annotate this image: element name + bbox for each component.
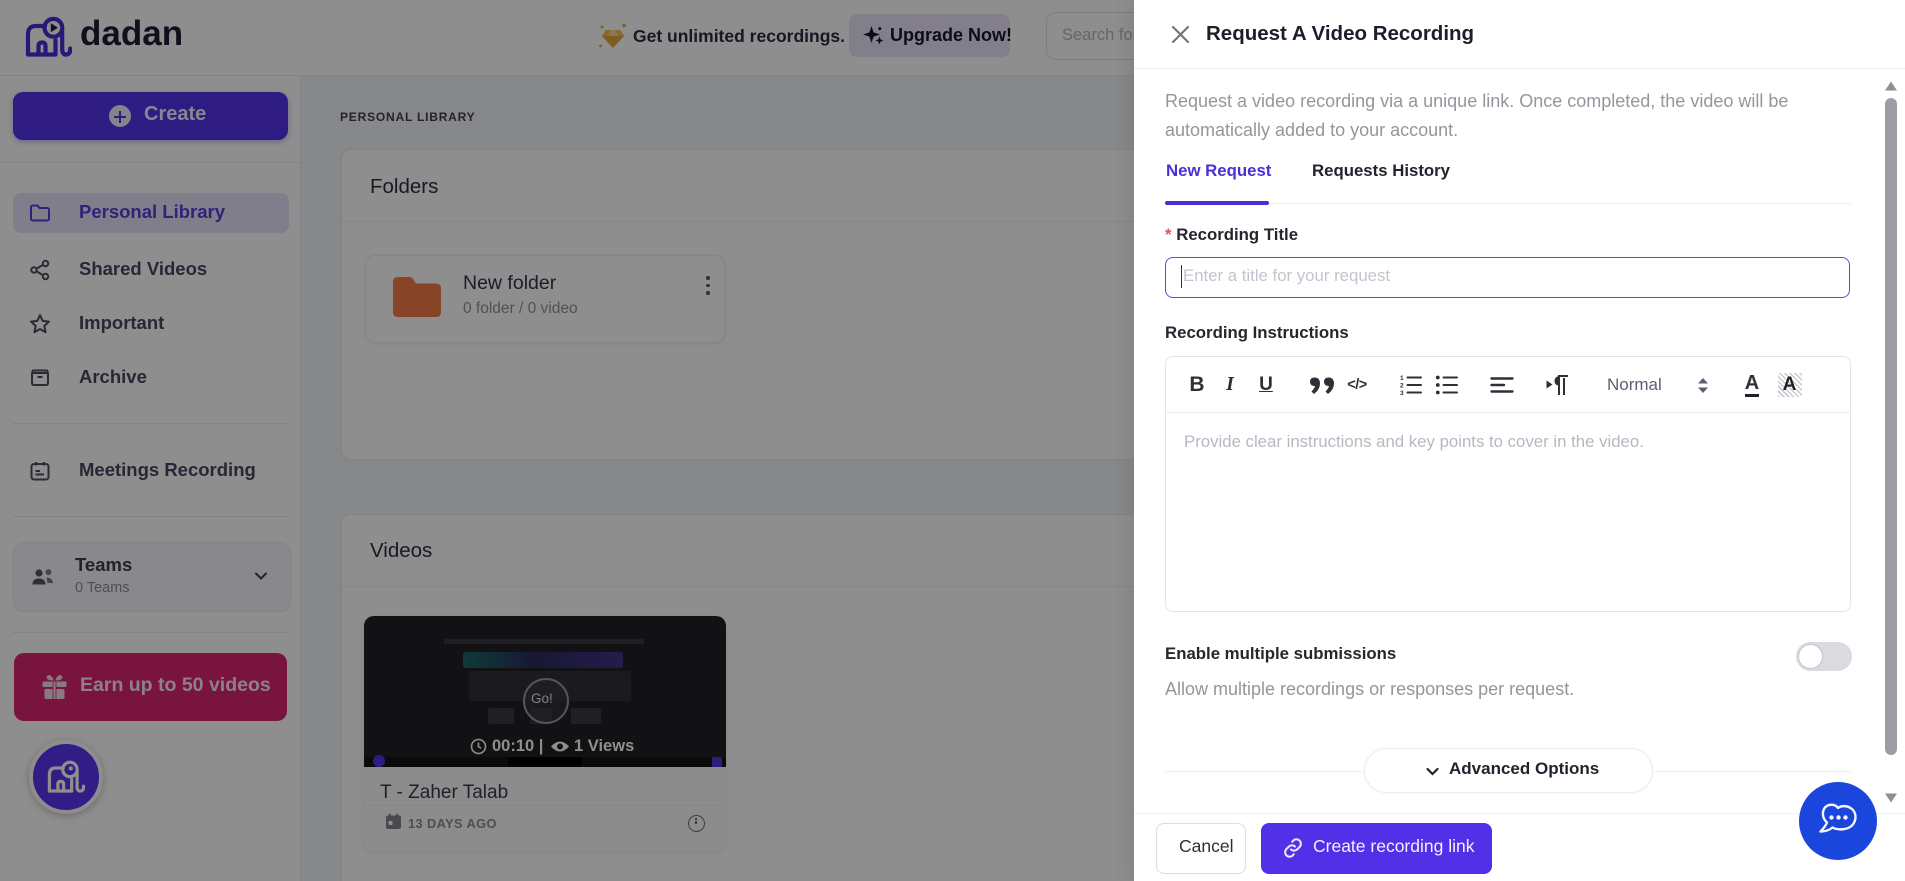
svg-text:3: 3: [1400, 390, 1404, 396]
svg-text:1: 1: [1400, 375, 1404, 382]
svg-text:2: 2: [1400, 383, 1404, 390]
